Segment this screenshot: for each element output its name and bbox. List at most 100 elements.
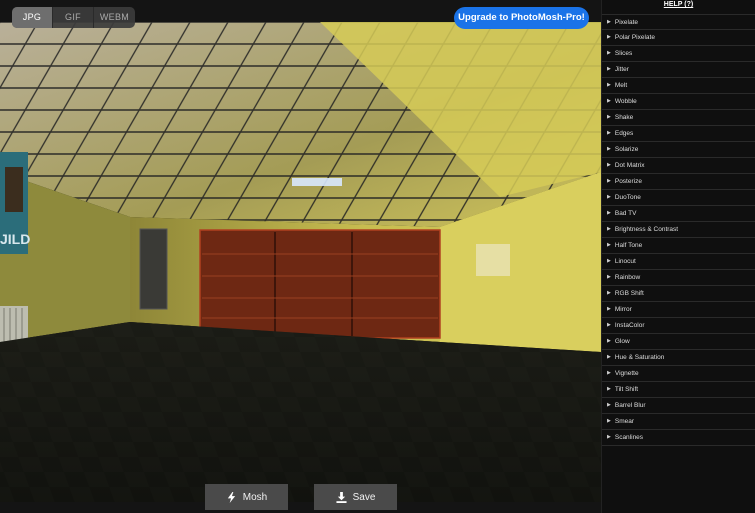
effect-label: Dot Matrix [614, 162, 645, 169]
mosh-label: Mosh [242, 491, 268, 503]
caret-right-icon: ▶ [607, 338, 611, 344]
caret-right-icon: ▶ [607, 290, 611, 296]
caret-right-icon: ▶ [607, 130, 611, 136]
effect-label: RGB Shift [614, 290, 644, 297]
caret-right-icon: ▶ [607, 258, 611, 264]
caret-right-icon: ▶ [607, 226, 611, 232]
tab-webm[interactable]: WEBM [94, 7, 135, 28]
effect-item[interactable]: ▶ Edges [602, 126, 755, 142]
caret-right-icon: ▶ [607, 162, 611, 168]
effect-item[interactable]: ▶ Brightness & Contrast [602, 222, 755, 238]
effect-label: Barrel Blur [614, 402, 646, 409]
effect-item[interactable]: ▶ Slices [602, 46, 755, 62]
effect-label: Vignette [614, 370, 639, 377]
effect-item[interactable]: ▶ Mirror [602, 302, 755, 318]
effect-item[interactable]: ▶ Polar Pixelate [602, 30, 755, 46]
download-icon [336, 491, 347, 503]
caret-right-icon: ▶ [607, 210, 611, 216]
effect-item[interactable]: ▶ Bad TV [602, 206, 755, 222]
caret-right-icon: ▶ [607, 402, 611, 408]
effect-item[interactable]: ▶ Shake [602, 110, 755, 126]
effect-item[interactable]: ▶ Hue & Saturation [602, 350, 755, 366]
effect-item[interactable]: ▶ Jitter [602, 62, 755, 78]
effect-item[interactable]: ▶ Wobble [602, 94, 755, 110]
effect-label: Smear [614, 418, 635, 425]
tab-gif[interactable]: GIF [53, 7, 94, 28]
effect-label: Melt [614, 82, 628, 89]
effect-label: Mirror [614, 306, 632, 313]
effect-label: Pixelate [614, 18, 638, 26]
caret-right-icon: ▶ [607, 50, 611, 56]
caret-right-icon: ▶ [607, 18, 611, 25]
format-tabs: JPG GIF WEBM [12, 7, 135, 28]
caret-right-icon: ▶ [607, 322, 611, 328]
effect-label: Jitter [614, 66, 629, 73]
effect-label: Glow [614, 338, 630, 345]
effect-item[interactable]: ▶ Solarize [602, 142, 755, 158]
effect-item[interactable]: ▶ Melt [602, 78, 755, 94]
tab-jpg[interactable]: JPG [12, 7, 53, 28]
preview-stage: JILD JPG GIF WEBM Upgrade to PhotoMosh-P… [0, 0, 601, 513]
caret-right-icon: ▶ [607, 34, 611, 40]
save-label: Save [352, 491, 376, 503]
caret-right-icon: ▶ [607, 434, 611, 440]
save-button[interactable]: Save [314, 484, 397, 510]
caret-right-icon: ▶ [607, 354, 611, 360]
upgrade-button[interactable]: Upgrade to PhotoMosh-Pro! [454, 7, 589, 29]
mosh-button[interactable]: Mosh [205, 484, 288, 510]
effect-label: Hue & Saturation [614, 354, 665, 361]
effect-label: Tilt Shift [614, 386, 639, 393]
effect-item[interactable]: ▶ DuoTone [602, 190, 755, 206]
effect-item[interactable]: ▶ Pixelate [602, 14, 755, 30]
caret-right-icon: ▶ [607, 178, 611, 184]
effect-item[interactable]: ▶ Smear [602, 414, 755, 430]
effect-label: Shake [614, 114, 634, 121]
effect-item[interactable]: ▶ Glow [602, 334, 755, 350]
effect-label: Posterize [614, 178, 642, 185]
effect-item[interactable]: ▶ Vignette [602, 366, 755, 382]
effect-item[interactable]: ▶ Tilt Shift [602, 382, 755, 398]
effects-list: ▶ Pixelate ▶ Polar Pixelate ▶ Slices ▶ Jitter ▶ M… [602, 14, 755, 446]
effect-label: Rainbow [614, 274, 641, 281]
effect-label: Half Tone [614, 242, 643, 249]
poster-text: JILD [0, 231, 30, 247]
caret-right-icon: ▶ [607, 306, 611, 312]
effect-label: Polar Pixelate [614, 34, 655, 41]
effect-item[interactable]: ▶ Scanlines [602, 430, 755, 446]
effect-item[interactable]: ▶ InstaColor [602, 318, 755, 334]
effect-item[interactable]: ▶ Half Tone [602, 238, 755, 254]
effect-label: InstaColor [614, 322, 645, 329]
effect-label: Slices [614, 50, 633, 57]
caret-right-icon: ▶ [607, 114, 611, 120]
caret-right-icon: ▶ [607, 66, 611, 72]
effect-label: DuoTone [614, 194, 641, 201]
effect-label: Scanlines [614, 434, 644, 441]
caret-right-icon: ▶ [607, 386, 611, 392]
effects-sidebar: HELP (?) ▶ Pixelate ▶ Polar Pixelate ▶ Slices… [601, 0, 755, 513]
effect-label: Brightness & Contrast [614, 226, 679, 233]
effect-item[interactable]: ▶ Barrel Blur [602, 398, 755, 414]
action-bar: Mosh Save [0, 484, 601, 513]
caret-right-icon: ▶ [607, 370, 611, 376]
image-preview: JILD [0, 22, 601, 502]
effect-item[interactable]: ▶ RGB Shift [602, 286, 755, 302]
room-scene: JILD [0, 22, 601, 502]
effect-item[interactable]: ▶ Linocut [602, 254, 755, 270]
effect-item[interactable]: ▶ Rainbow [602, 270, 755, 286]
caret-right-icon: ▶ [607, 274, 611, 280]
caret-right-icon: ▶ [607, 242, 611, 248]
effect-item[interactable]: ▶ Dot Matrix [602, 158, 755, 174]
caret-right-icon: ▶ [607, 194, 611, 200]
caret-right-icon: ▶ [607, 146, 611, 152]
effect-label: Edges [614, 130, 634, 137]
help-link[interactable]: HELP (?) [602, 0, 755, 12]
lightning-icon [227, 491, 235, 503]
effect-item[interactable]: ▶ Posterize [602, 174, 755, 190]
caret-right-icon: ▶ [607, 82, 611, 88]
effect-label: Bad TV [614, 210, 637, 217]
caret-right-icon: ▶ [607, 418, 611, 424]
effect-label: Solarize [614, 146, 639, 153]
caret-right-icon: ▶ [607, 98, 611, 104]
effect-label: Wobble [614, 98, 637, 105]
effect-label: Linocut [614, 258, 636, 265]
